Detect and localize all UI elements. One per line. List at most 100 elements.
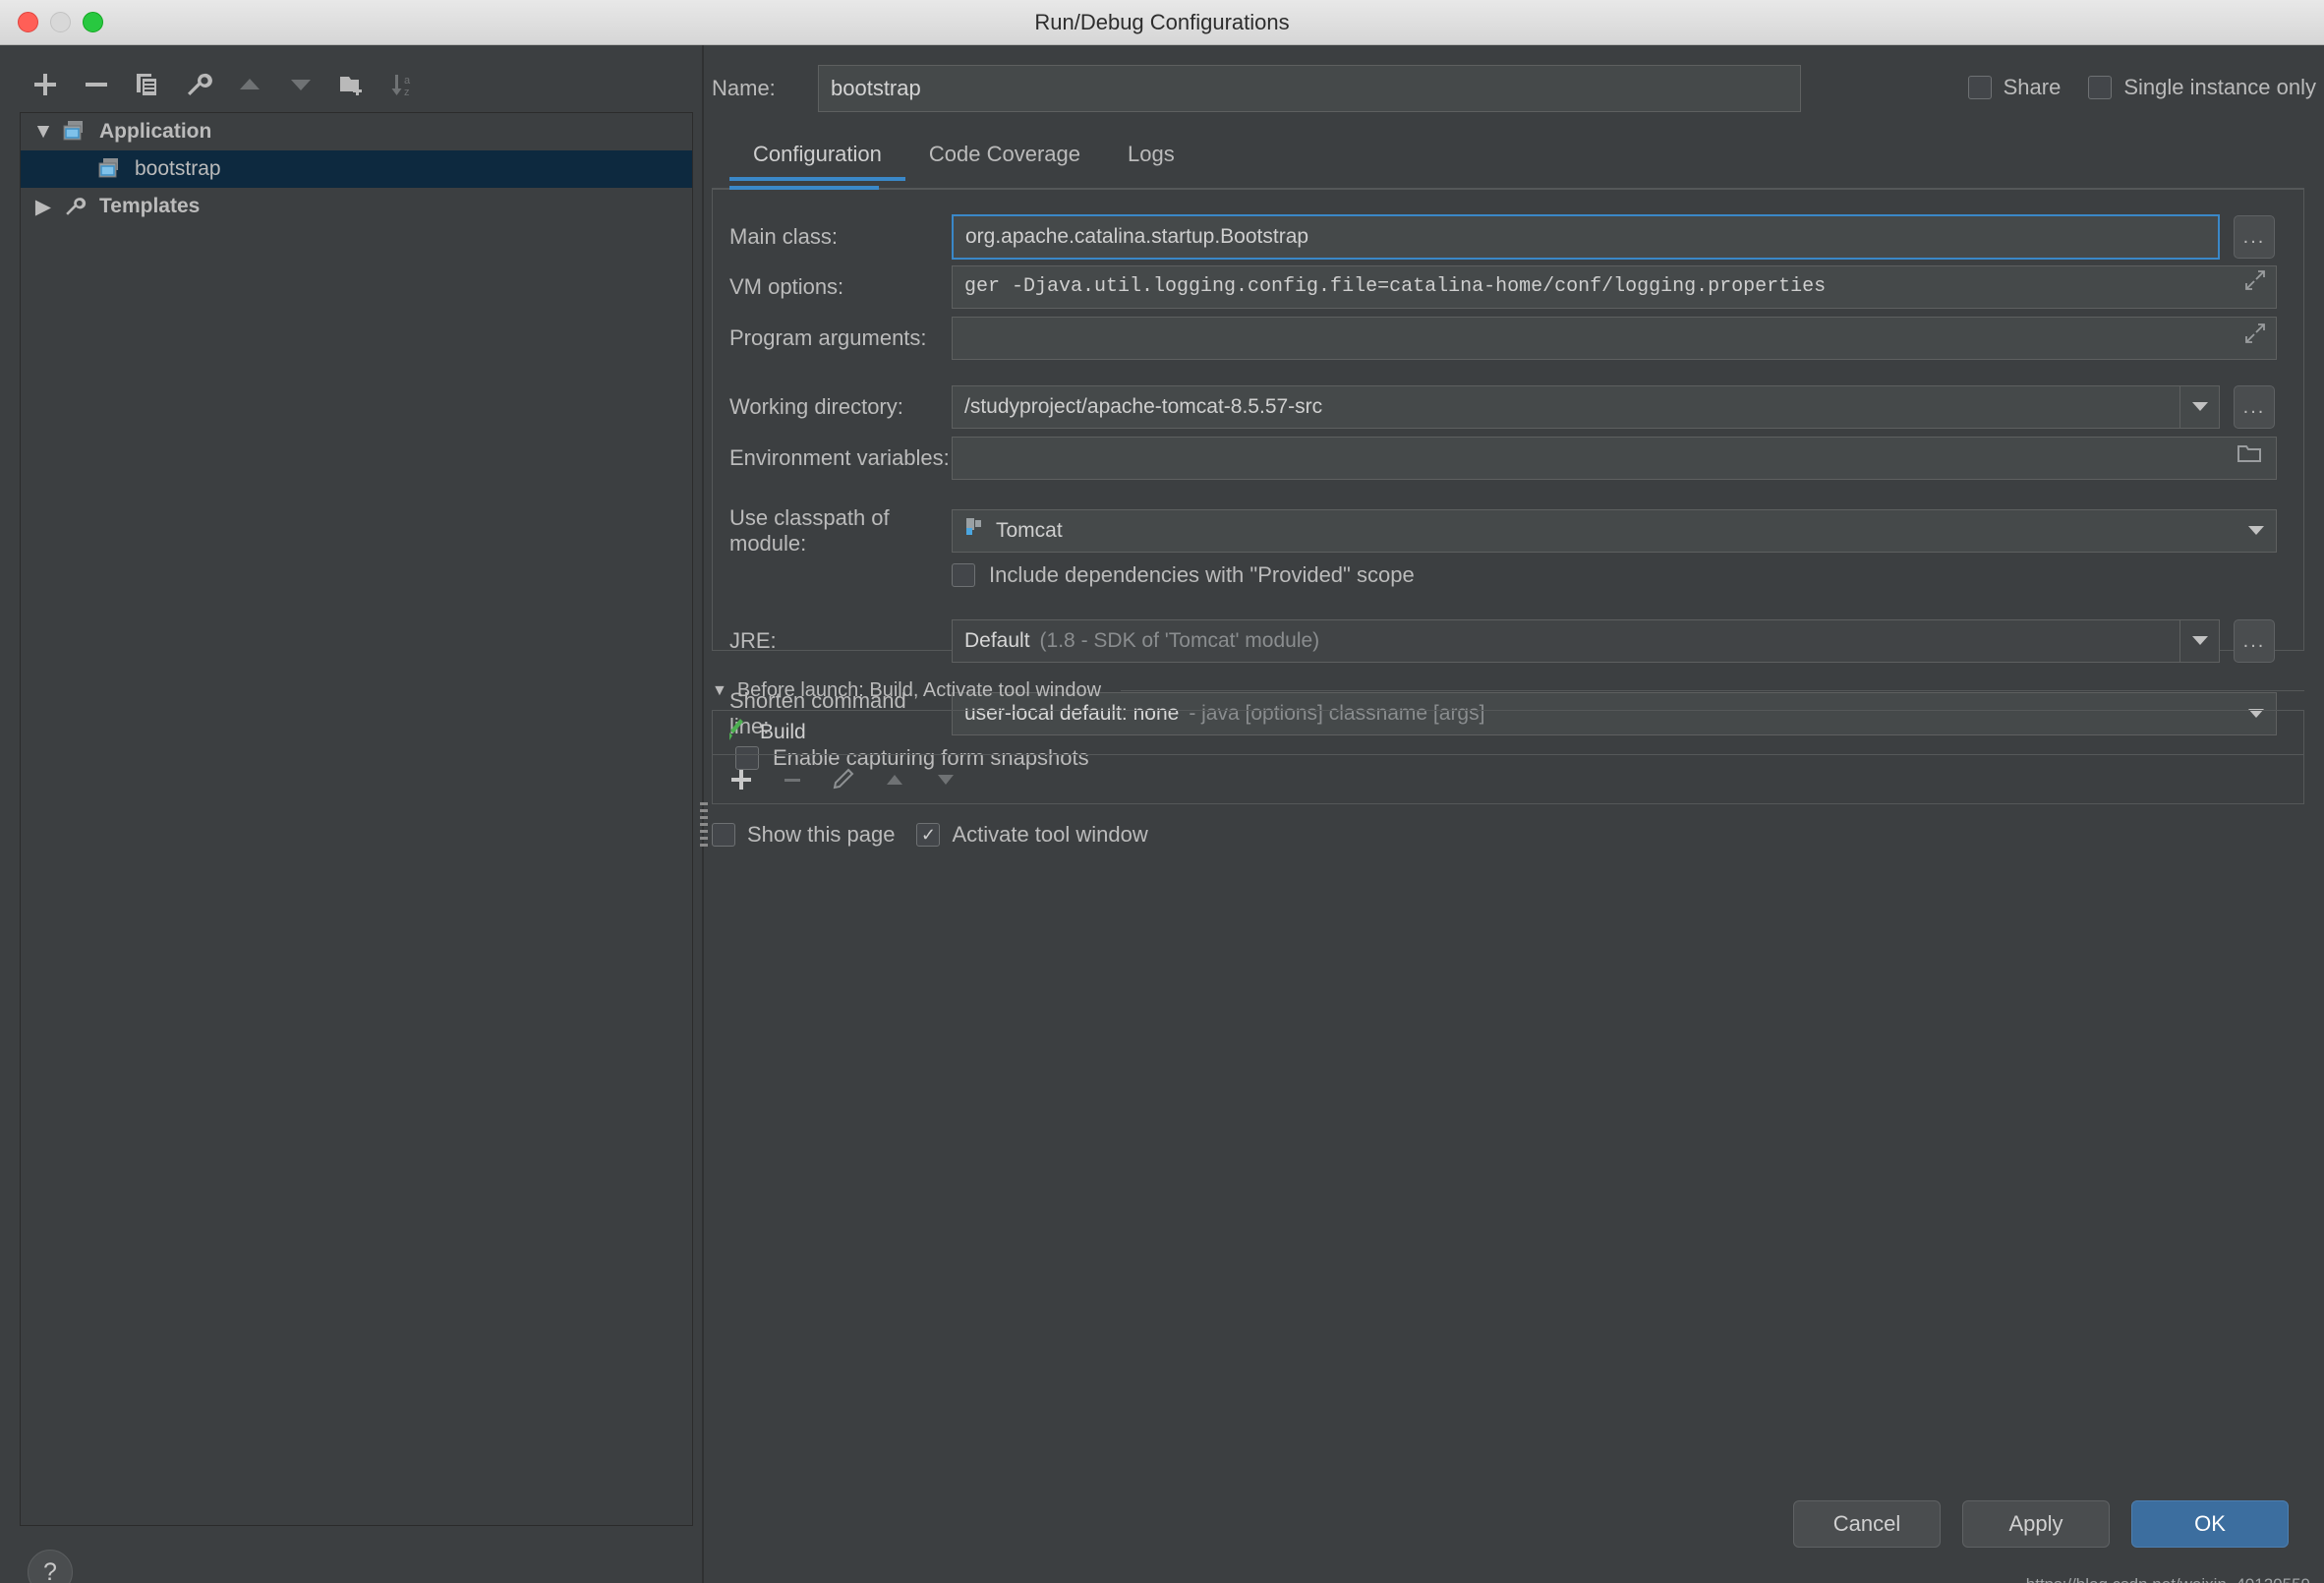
tree-item-label: Templates (99, 195, 201, 217)
chevron-down-icon[interactable]: ▼ (29, 120, 58, 144)
working-directory-browse-button[interactable]: ... (2234, 385, 2275, 429)
jre-row: JRE: Default (1.8 - SDK of 'Tomcat' modu… (729, 619, 2293, 663)
show-this-page-label: Show this page (747, 822, 896, 847)
program-arguments-row: Program arguments: (729, 317, 2293, 360)
chevron-down-icon[interactable] (2179, 386, 2219, 428)
include-dependencies-label: Include dependencies with "Provided" sco… (989, 562, 1415, 587)
before-launch-toolbar (712, 755, 2304, 804)
main-class-input[interactable]: org.apache.catalina.startup.Bootstrap (952, 214, 2220, 260)
window-title: Run/Debug Configurations (1034, 9, 1290, 34)
title-bar: Run/Debug Configurations (0, 0, 2324, 45)
remove-task-button[interactable] (774, 761, 811, 798)
help-button[interactable]: ? (28, 1550, 73, 1583)
classpath-module-value: Tomcat (996, 519, 1063, 542)
working-directory-input[interactable]: /studyproject/apache-tomcat-8.5.57-src (952, 385, 2220, 429)
working-directory-label: Working directory: (729, 394, 903, 419)
sort-button[interactable]: a z (378, 62, 429, 107)
chevron-down-icon[interactable] (2179, 620, 2219, 662)
jre-select[interactable]: Default (1.8 - SDK of 'Tomcat' module) (952, 619, 2220, 663)
edit-templates-button[interactable] (173, 62, 224, 107)
help-icon: ? (43, 1557, 57, 1583)
tree-item-label: Application (99, 120, 212, 143)
tab-code-coverage[interactable]: Code Coverage (905, 132, 1104, 181)
wrench-icon (58, 195, 91, 218)
remove-button[interactable] (71, 62, 122, 107)
tree-item-bootstrap[interactable]: bootstrap (21, 150, 692, 188)
name-input[interactable]: bootstrap (818, 65, 1801, 112)
single-instance-checkbox[interactable]: Single instance only (2088, 75, 2316, 100)
activate-tool-window-label: Activate tool window (952, 822, 1148, 847)
cancel-button[interactable]: Cancel (1793, 1500, 1941, 1548)
move-down-button[interactable] (275, 62, 326, 107)
tab-configuration[interactable]: Configuration (729, 132, 905, 181)
checkbox-box[interactable]: ✓ (916, 823, 941, 847)
share-label: Share (2003, 75, 2062, 99)
add-task-button[interactable] (723, 761, 760, 798)
environment-variables-label: Environment variables: (729, 445, 950, 470)
splitter-grip[interactable] (700, 802, 708, 848)
working-directory-value: /studyproject/apache-tomcat-8.5.57-src (964, 395, 1323, 418)
name-label: Name: (712, 76, 776, 100)
svg-text:z: z (404, 87, 410, 98)
add-button[interactable] (20, 62, 71, 107)
before-launch-header[interactable]: ▼ Before launch: Build, Activate tool wi… (712, 679, 2304, 702)
module-icon (964, 510, 986, 552)
configurations-tree[interactable]: ▼ Application bootstrap ▶ Templates (20, 112, 693, 1526)
working-directory-row: Working directory: /studyproject/apache-… (729, 385, 2293, 429)
configurations-sidebar: a z ▼ Application bootstrap ▶ Templates … (0, 45, 706, 1583)
edit-task-button[interactable] (825, 761, 862, 798)
ok-button[interactable]: OK (2131, 1500, 2289, 1548)
classpath-module-row: Use classpath of module: Tomcat (729, 505, 2293, 557)
jre-label: JRE: (729, 628, 777, 653)
move-task-up-button[interactable] (876, 761, 913, 798)
environment-variables-row: Environment variables: (729, 437, 2293, 480)
expand-icon[interactable] (2244, 266, 2266, 308)
chevron-right-icon[interactable]: ▶ (29, 195, 58, 219)
jre-value-detail: (1.8 - SDK of 'Tomcat' module) (1039, 629, 1320, 652)
program-arguments-input[interactable] (952, 317, 2277, 360)
new-folder-button[interactable] (326, 62, 378, 107)
tab-logs[interactable]: Logs (1104, 132, 1198, 181)
checkbox-box[interactable] (2088, 76, 2113, 99)
jre-browse-button[interactable]: ... (2234, 619, 2275, 663)
classpath-module-select[interactable]: Tomcat (952, 509, 2277, 553)
include-dependencies-checkbox[interactable]: Include dependencies with "Provided" sco… (952, 562, 1415, 588)
checkbox-box[interactable] (1967, 76, 1992, 99)
run-debug-configurations-dialog: Run/Debug Configurations a z ▼ Applicati… (0, 0, 2324, 1583)
copy-button[interactable] (122, 62, 173, 107)
environment-variables-input[interactable] (952, 437, 2277, 480)
move-up-button[interactable] (224, 62, 275, 107)
vm-options-label: VM options: (729, 274, 844, 299)
tree-item-templates[interactable]: ▶ Templates (21, 188, 692, 225)
single-instance-label: Single instance only (2123, 75, 2316, 99)
hammer-icon (725, 717, 750, 748)
tree-item-application[interactable]: ▼ Application (21, 113, 692, 150)
before-launch-title: Before launch: Build, Activate tool wind… (736, 679, 1102, 701)
checkbox-box[interactable] (712, 823, 735, 847)
application-icon (93, 157, 127, 181)
dialog-footer: Cancel Apply OK (1793, 1500, 2289, 1548)
program-arguments-label: Program arguments: (729, 325, 927, 350)
checkbox-box[interactable] (952, 563, 975, 587)
activate-tool-window-checkbox[interactable]: ✓ Activate tool window (916, 822, 1148, 848)
application-icon (58, 120, 91, 144)
svg-text:a: a (404, 75, 411, 87)
tree-item-label: bootstrap (135, 157, 221, 180)
main-class-browse-button[interactable]: ... (2234, 215, 2275, 259)
before-launch-task-list[interactable]: Build (712, 710, 2304, 755)
move-task-down-button[interactable] (927, 761, 964, 798)
editor-tabs: Configuration Code Coverage Logs (729, 132, 1198, 181)
before-launch-options: Show this page ✓ Activate tool window (712, 822, 1148, 848)
expand-icon[interactable] (2244, 318, 2266, 359)
before-launch-task-label: Build (760, 721, 806, 743)
sidebar-toolbar: a z (20, 59, 429, 110)
share-checkbox[interactable]: Share (1967, 75, 2062, 100)
vm-options-row: VM options: ger -Djava.util.logging.conf… (729, 265, 2293, 309)
show-this-page-checkbox[interactable]: Show this page (712, 822, 895, 848)
chevron-down-icon[interactable]: ▼ (712, 682, 727, 700)
chevron-down-icon[interactable] (2237, 510, 2276, 552)
apply-button[interactable]: Apply (1962, 1500, 2110, 1548)
vm-options-input[interactable]: ger -Djava.util.logging.config.file=cata… (952, 265, 2277, 309)
panel-splitter[interactable] (696, 45, 712, 1583)
folder-icon[interactable] (2237, 438, 2262, 479)
